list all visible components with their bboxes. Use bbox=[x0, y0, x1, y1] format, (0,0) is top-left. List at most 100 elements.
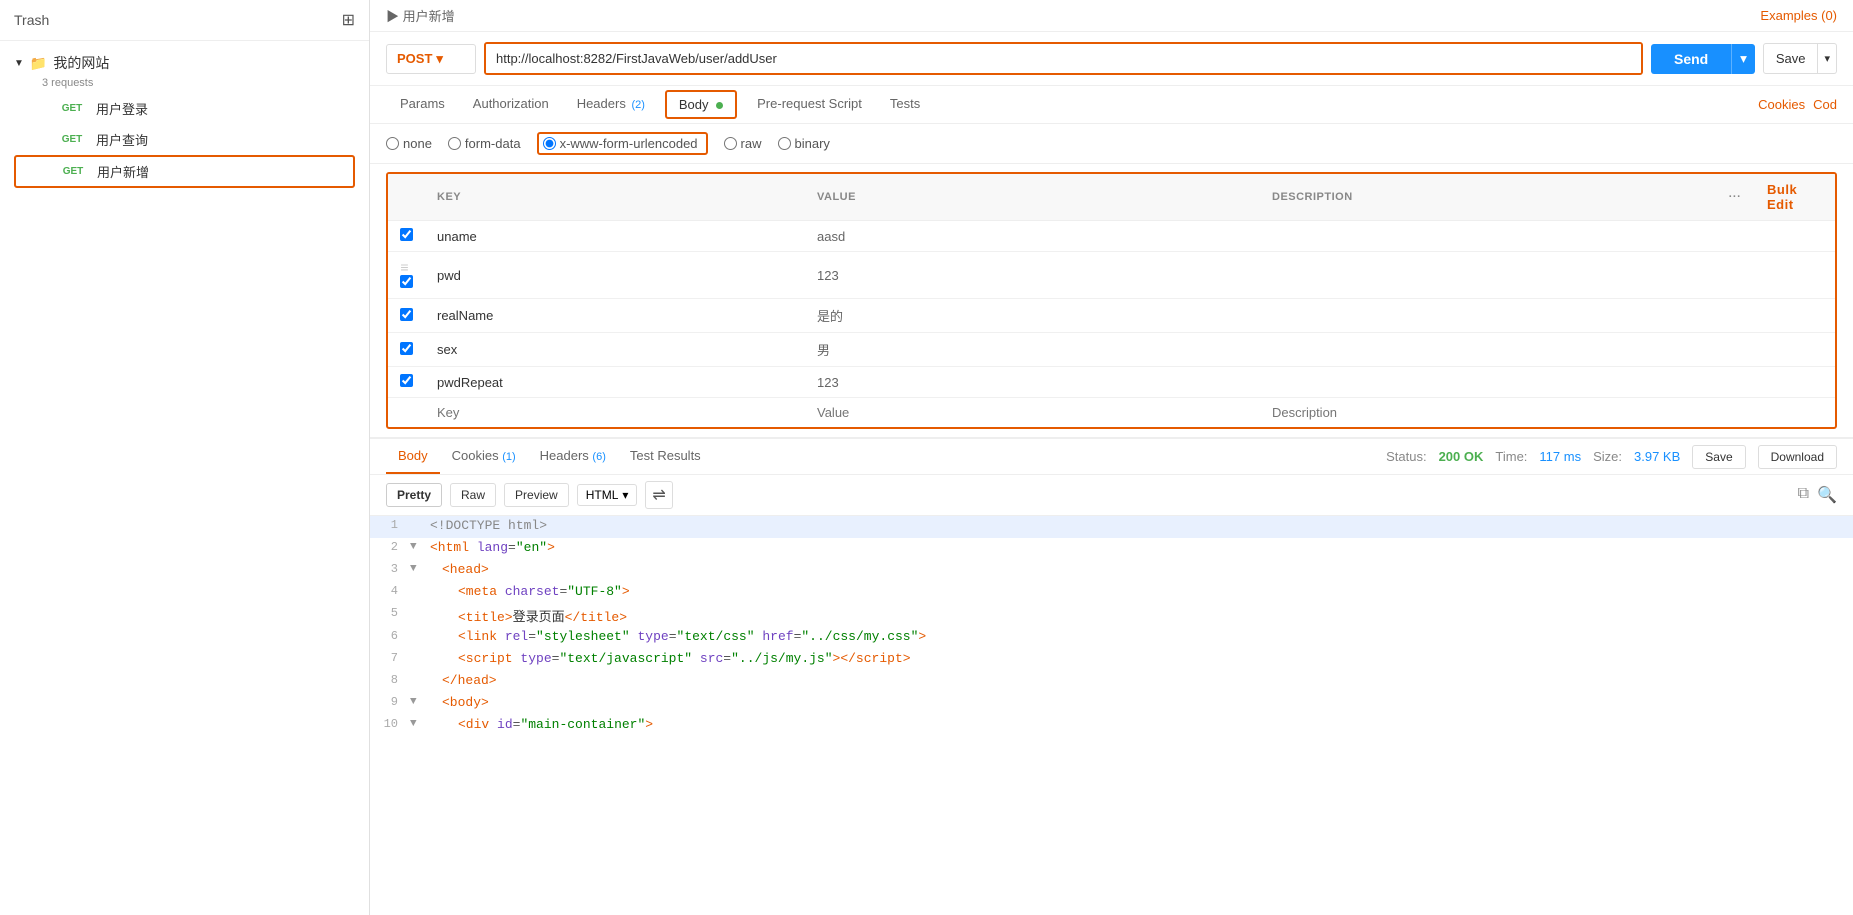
body-type-row: none form-data x-www-form-urlencoded raw… bbox=[370, 124, 1853, 164]
row-key[interactable]: pwdRepeat bbox=[425, 367, 805, 398]
row-key[interactable]: uname bbox=[425, 221, 805, 252]
tab-authorization[interactable]: Authorization bbox=[459, 87, 563, 122]
resp-tab-test-results[interactable]: Test Results bbox=[618, 439, 713, 474]
request-name: 用户登录 bbox=[96, 99, 148, 118]
radio-urlencoded[interactable]: x-www-form-urlencoded bbox=[537, 132, 708, 155]
row-value[interactable]: 123 bbox=[805, 367, 1260, 398]
add-row-value-cell[interactable] bbox=[805, 398, 1260, 428]
collection-header[interactable]: ▼ 📁 我的网站 bbox=[14, 49, 355, 77]
response-save-button[interactable]: Save bbox=[1692, 445, 1745, 469]
resp-tab-body[interactable]: Body bbox=[386, 439, 440, 474]
request-tabs: Params Authorization Headers (2) Body Pr… bbox=[370, 86, 1853, 124]
send-dropdown-button[interactable]: ▾ bbox=[1731, 44, 1755, 74]
add-key-input[interactable] bbox=[437, 405, 793, 420]
row-desc[interactable] bbox=[1260, 221, 1715, 252]
row-key[interactable]: sex bbox=[425, 333, 805, 367]
line-number: 6 bbox=[370, 627, 410, 643]
line-arrow-icon[interactable]: ▼ bbox=[410, 715, 426, 730]
tab-pre-request[interactable]: Pre-request Script bbox=[743, 87, 876, 122]
add-desc-input[interactable] bbox=[1272, 405, 1703, 420]
save-button[interactable]: Save bbox=[1763, 43, 1819, 74]
add-row bbox=[388, 398, 1835, 428]
sidebar-item-login[interactable]: GET 用户登录 bbox=[14, 93, 355, 124]
radio-form-data[interactable]: form-data bbox=[448, 136, 521, 151]
table-row: ≡ pwd 123 bbox=[388, 252, 1835, 299]
response-download-button[interactable]: Download bbox=[1758, 445, 1837, 469]
row-key[interactable]: realName bbox=[425, 299, 805, 333]
row-desc[interactable] bbox=[1260, 252, 1715, 299]
row-checkbox-cell[interactable]: ≡ bbox=[388, 252, 425, 299]
th-more[interactable]: ··· bbox=[1715, 174, 1755, 221]
tab-params[interactable]: Params bbox=[386, 87, 459, 122]
line-arrow bbox=[410, 671, 426, 674]
resp-tab-headers[interactable]: Headers (6) bbox=[528, 439, 618, 474]
line-arrow-icon[interactable]: ▼ bbox=[410, 560, 426, 575]
main-panel: ▶ 用户新增 Examples (0) POST ▾ Send ▾ Save ▾… bbox=[370, 0, 1853, 915]
sidebar-item-add[interactable]: GET 用户新增 bbox=[14, 155, 355, 188]
time-value: 117 ms bbox=[1539, 449, 1581, 464]
row-value[interactable]: 是的 bbox=[805, 299, 1260, 333]
radio-none[interactable]: none bbox=[386, 136, 432, 151]
tab-headers[interactable]: Headers (2) bbox=[563, 87, 659, 122]
row-key[interactable]: pwd bbox=[425, 252, 805, 299]
row-checkbox-cell[interactable] bbox=[388, 299, 425, 333]
line-arrow-icon[interactable]: ▼ bbox=[410, 538, 426, 553]
row-desc[interactable] bbox=[1260, 299, 1715, 333]
row-checkbox-cell[interactable] bbox=[388, 367, 425, 398]
tab-tests[interactable]: Tests bbox=[876, 87, 934, 122]
radio-binary-input[interactable] bbox=[778, 137, 791, 150]
bulk-edit-link[interactable]: Bulk Edit bbox=[1767, 182, 1797, 212]
add-row-desc-cell[interactable] bbox=[1260, 398, 1715, 428]
radio-none-input[interactable] bbox=[386, 137, 399, 150]
cookies-link[interactable]: Cookies bbox=[1758, 97, 1805, 112]
line-number: 4 bbox=[370, 582, 410, 598]
row-checkbox[interactable] bbox=[400, 342, 413, 355]
format-select[interactable]: HTML ▾ bbox=[577, 484, 638, 506]
row-desc[interactable] bbox=[1260, 367, 1715, 398]
raw-button[interactable]: Raw bbox=[450, 483, 496, 507]
line-arrow bbox=[410, 627, 426, 630]
examples-link[interactable]: Examples (0) bbox=[1760, 8, 1837, 23]
radio-binary[interactable]: binary bbox=[778, 136, 830, 151]
code-line: 5 <title>登录页面</title> bbox=[370, 604, 1853, 627]
row-checkbox[interactable] bbox=[400, 374, 413, 387]
row-checkbox-cell[interactable] bbox=[388, 221, 425, 252]
preview-button[interactable]: Preview bbox=[504, 483, 569, 507]
sidebar-item-query[interactable]: GET 用户查询 bbox=[14, 124, 355, 155]
row-checkbox[interactable] bbox=[400, 275, 413, 288]
line-content: </head> bbox=[426, 671, 1853, 690]
line-content: <meta charset="UTF-8"> bbox=[426, 582, 1853, 601]
pretty-button[interactable]: Pretty bbox=[386, 483, 442, 507]
url-input[interactable] bbox=[486, 44, 1641, 73]
add-value-input[interactable] bbox=[817, 405, 1248, 420]
code-viewer: 1 <!DOCTYPE html> 2 ▼ <html lang="en"> 3… bbox=[370, 516, 1853, 915]
row-checkbox[interactable] bbox=[400, 308, 413, 321]
row-checkbox-cell[interactable] bbox=[388, 333, 425, 367]
sidebar-requests-list: GET 用户登录 GET 用户查询 GET 用户新增 bbox=[14, 93, 355, 188]
row-value[interactable]: aasd bbox=[805, 221, 1260, 252]
tab-body[interactable]: Body bbox=[665, 90, 737, 119]
th-description: DESCRIPTION bbox=[1260, 174, 1715, 221]
drag-handle-icon[interactable]: ≡ bbox=[400, 259, 408, 275]
line-arrow-icon[interactable]: ▼ bbox=[410, 693, 426, 708]
row-checkbox[interactable] bbox=[400, 228, 413, 241]
copy-icon[interactable]: ⧉ bbox=[1798, 485, 1809, 505]
radio-urlencoded-input[interactable] bbox=[543, 137, 556, 150]
code-link[interactable]: Cod bbox=[1813, 97, 1837, 112]
row-value[interactable]: 123 bbox=[805, 252, 1260, 299]
wrap-icon[interactable]: ⇌ bbox=[645, 481, 672, 509]
resp-tab-cookies[interactable]: Cookies (1) bbox=[440, 439, 528, 474]
radio-raw[interactable]: raw bbox=[724, 136, 762, 151]
row-desc[interactable] bbox=[1260, 333, 1715, 367]
radio-raw-input[interactable] bbox=[724, 137, 737, 150]
save-dropdown-button[interactable]: ▾ bbox=[1818, 43, 1837, 74]
send-button[interactable]: Send bbox=[1651, 44, 1731, 74]
radio-urlencoded-label: x-www-form-urlencoded bbox=[560, 136, 698, 151]
search-icon[interactable]: 🔍 bbox=[1817, 485, 1837, 505]
method-select[interactable]: POST ▾ bbox=[386, 44, 476, 74]
add-row-key-cell[interactable] bbox=[425, 398, 805, 428]
radio-form-data-input[interactable] bbox=[448, 137, 461, 150]
cookies-badge: (1) bbox=[502, 451, 515, 463]
new-tab-icon[interactable]: ⊞ bbox=[342, 10, 355, 30]
row-value[interactable]: 男 bbox=[805, 333, 1260, 367]
